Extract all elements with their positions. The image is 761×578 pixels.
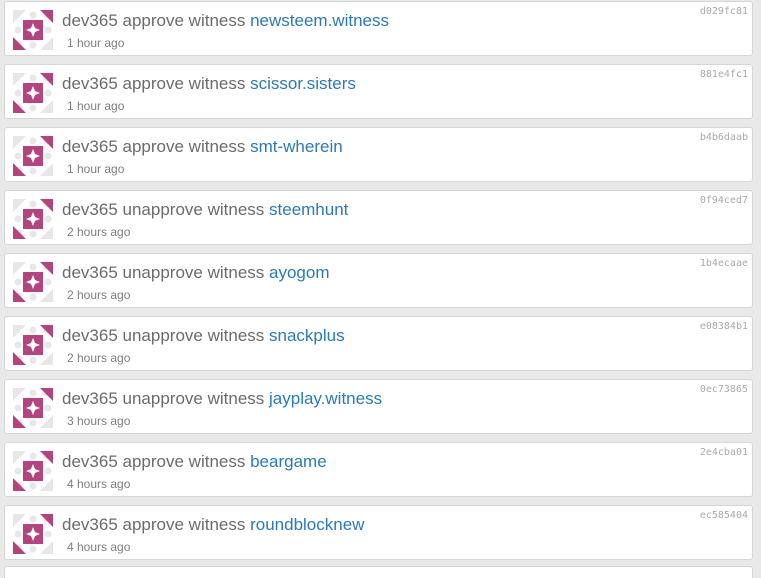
operation-card: dev365 approve witness scissor.sisters 1… [4, 64, 753, 119]
relative-timestamp: 3 hours ago [67, 414, 131, 428]
identicon-icon [13, 199, 53, 239]
witness-link[interactable]: beargame [250, 452, 327, 471]
operation-summary: dev365 unapprove witness steemhunt [62, 200, 348, 220]
actor-name: dev365 [62, 326, 118, 345]
operation-summary: dev365 approve witness newsteem.witness [62, 11, 389, 31]
relative-timestamp: 2 hours ago [67, 288, 131, 302]
identicon-avatar[interactable] [13, 388, 53, 428]
relative-timestamp: 4 hours ago [67, 540, 131, 554]
identicon-icon [13, 514, 53, 554]
identicon-icon [13, 262, 53, 302]
transaction-id-link[interactable]: ec585404 [700, 510, 748, 522]
operation-action: approve witness [122, 452, 246, 471]
relative-timestamp: 2 hours ago [67, 225, 131, 239]
identicon-icon [13, 10, 53, 50]
operation-summary: dev365 approve witness beargame [62, 452, 327, 472]
operation-summary: dev365 unapprove witness snackplus [62, 326, 345, 346]
operation-summary: dev365 unapprove witness jayplay.witness [62, 389, 382, 409]
operation-card: dev365 approve witness newsteem.witness … [4, 1, 753, 56]
operation-action: approve witness [122, 11, 246, 30]
operation-action: approve witness [122, 515, 246, 534]
operation-summary: dev365 approve witness smt-wherein [62, 137, 343, 157]
transaction-id-link[interactable]: 0f94ced7 [700, 195, 748, 207]
transaction-id-link[interactable]: e08384b1 [700, 321, 748, 333]
identicon-avatar[interactable] [13, 136, 53, 176]
witness-link[interactable]: ayogom [269, 263, 329, 282]
identicon-icon [13, 136, 53, 176]
identicon-avatar[interactable] [13, 451, 53, 491]
transaction-id-link[interactable]: 0ec73865 [700, 384, 748, 396]
identicon-icon [13, 325, 53, 365]
identicon-avatar[interactable] [13, 262, 53, 302]
operation-card: dev365 unapprove witness snackplus 2 hou… [4, 316, 753, 371]
transaction-id-link[interactable]: b4b6daab [700, 132, 748, 144]
witness-link[interactable]: steemhunt [269, 200, 348, 219]
witness-link[interactable]: roundblocknew [250, 515, 364, 534]
operation-summary: dev365 unapprove witness ayogom [62, 263, 330, 283]
operation-card: dev365 unapprove witness ayogom 2 hours … [4, 253, 753, 308]
relative-timestamp: 1 hour ago [67, 99, 125, 113]
identicon-avatar[interactable] [13, 514, 53, 554]
operation-action: approve witness [122, 74, 246, 93]
relative-timestamp: 1 hour ago [67, 162, 125, 176]
operation-card-partial [4, 566, 753, 578]
operation-card: dev365 approve witness smt-wherein 1 hou… [4, 127, 753, 182]
actor-name: dev365 [62, 200, 118, 219]
relative-timestamp: 2 hours ago [67, 351, 131, 365]
operation-card: dev365 approve witness beargame 4 hours … [4, 442, 753, 497]
operation-card: dev365 unapprove witness jayplay.witness… [4, 379, 753, 434]
relative-timestamp: 4 hours ago [67, 477, 131, 491]
actor-name: dev365 [62, 263, 118, 282]
operation-action: unapprove witness [122, 263, 265, 282]
operation-action: unapprove witness [122, 326, 265, 345]
operation-card: dev365 unapprove witness steemhunt 2 hou… [4, 190, 753, 245]
witness-link[interactable]: jayplay.witness [269, 389, 382, 408]
identicon-icon [13, 73, 53, 113]
transaction-id-link[interactable]: 881e4fc1 [700, 69, 748, 81]
operation-action: unapprove witness [122, 200, 265, 219]
actor-name: dev365 [62, 389, 118, 408]
witness-link[interactable]: smt-wherein [250, 137, 343, 156]
transaction-id-link[interactable]: d029fc81 [700, 6, 748, 18]
operation-summary: dev365 approve witness roundblocknew [62, 515, 364, 535]
transaction-id-link[interactable]: 2e4cba01 [700, 447, 748, 459]
actor-name: dev365 [62, 515, 118, 534]
operation-action: approve witness [122, 137, 246, 156]
identicon-icon [13, 388, 53, 428]
actor-name: dev365 [62, 137, 118, 156]
identicon-avatar[interactable] [13, 325, 53, 365]
operation-action: unapprove witness [122, 389, 265, 408]
operation-summary: dev365 approve witness scissor.sisters [62, 74, 356, 94]
actor-name: dev365 [62, 74, 118, 93]
witness-link[interactable]: scissor.sisters [250, 74, 356, 93]
identicon-icon [13, 451, 53, 491]
transaction-id-link[interactable]: 1b4ecaae [700, 258, 748, 270]
identicon-avatar[interactable] [13, 10, 53, 50]
identicon-avatar[interactable] [13, 73, 53, 113]
witness-link[interactable]: newsteem.witness [250, 11, 389, 30]
identicon-avatar[interactable] [13, 199, 53, 239]
actor-name: dev365 [62, 11, 118, 30]
actor-name: dev365 [62, 452, 118, 471]
relative-timestamp: 1 hour ago [67, 36, 125, 50]
operation-card: dev365 approve witness roundblocknew 4 h… [4, 505, 753, 560]
witness-link[interactable]: snackplus [269, 326, 345, 345]
